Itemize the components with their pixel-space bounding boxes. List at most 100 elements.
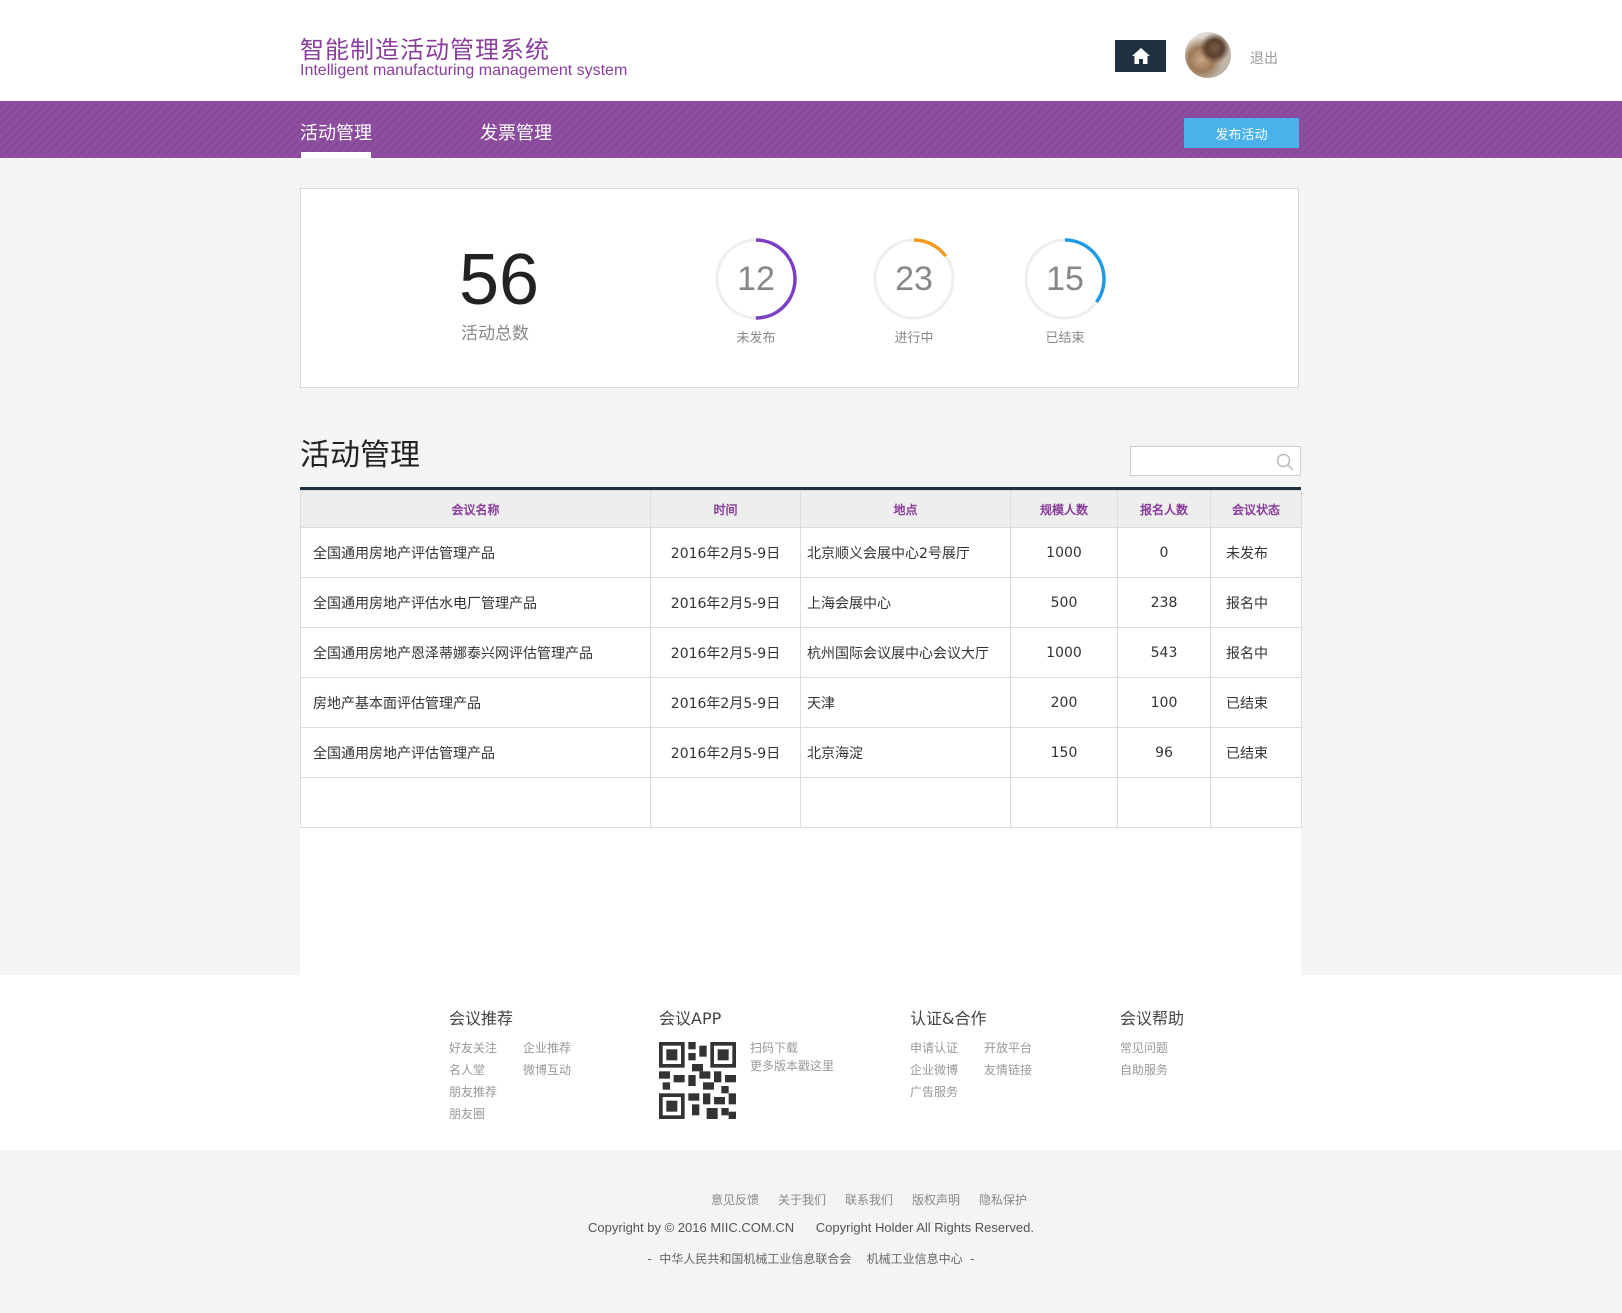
total-count: 56 bbox=[459, 240, 540, 320]
footer-link[interactable]: 扫码下载 bbox=[750, 1039, 798, 1056]
in-progress-ring: 23 bbox=[872, 237, 956, 321]
cell-capacity: 1000 bbox=[1010, 527, 1118, 578]
unpublished-ring: 12 bbox=[714, 237, 798, 321]
app-title: 智能制造活动管理系统 bbox=[300, 36, 550, 64]
section-title: 活动管理 bbox=[300, 438, 420, 473]
home-button[interactable] bbox=[1115, 40, 1166, 72]
cell-registered: 96 bbox=[1117, 727, 1211, 778]
footer-link[interactable]: 友情链接 bbox=[984, 1061, 1032, 1078]
cell-registered: 0 bbox=[1117, 527, 1211, 578]
search-icon[interactable] bbox=[1276, 453, 1294, 471]
search-input[interactable] bbox=[1131, 447, 1271, 475]
footer-link[interactable]: 更多版本戳这里 bbox=[750, 1057, 834, 1074]
in-progress-count: 23 bbox=[895, 259, 933, 298]
tab-activity-management[interactable]: 活动管理 bbox=[300, 119, 372, 145]
footer-link[interactable]: 企业微博 bbox=[910, 1061, 958, 1078]
cell-time: 2016年2月5-9日 bbox=[650, 527, 801, 578]
footer-bottom-link[interactable]: 版权声明 bbox=[912, 1191, 960, 1208]
col-header-status[interactable]: 会议状态 bbox=[1210, 490, 1302, 528]
app-subtitle: Intelligent manufacturing management sys… bbox=[300, 62, 628, 79]
col-header-registered[interactable]: 报名人数 bbox=[1117, 490, 1211, 528]
tab-invoice-management[interactable]: 发票管理 bbox=[480, 119, 552, 145]
col-header-name[interactable]: 会议名称 bbox=[300, 490, 651, 528]
cell-time: 2016年2月5-9日 bbox=[650, 727, 801, 778]
ended-count: 15 bbox=[1046, 259, 1084, 298]
footer-bottom-link[interactable]: 意见反馈 bbox=[711, 1191, 759, 1208]
cell-time: 2016年2月5-9日 bbox=[650, 577, 801, 628]
col-header-location[interactable]: 地点 bbox=[800, 490, 1011, 528]
cell-name: 全国通用房地产恩泽蒂娜泰兴网评估管理产品 bbox=[300, 627, 651, 678]
table-row[interactable]: 房地产基本面评估管理产品 2016年2月5-9日 天津 200 100 已结束 bbox=[300, 677, 1302, 728]
footer-link[interactable]: 自助服务 bbox=[1120, 1061, 1168, 1078]
ended-ring: 15 bbox=[1023, 237, 1107, 321]
total-count-label: 活动总数 bbox=[461, 324, 529, 344]
publish-activity-button[interactable]: 发布活动 bbox=[1184, 118, 1299, 148]
footer-link[interactable]: 常见问题 bbox=[1120, 1039, 1168, 1056]
cell-status: 报名中 bbox=[1210, 577, 1302, 628]
cell-location: 北京海淀 bbox=[800, 727, 1011, 778]
cell-registered: 238 bbox=[1117, 577, 1211, 628]
cell-name: 全国通用房地产评估管理产品 bbox=[300, 727, 651, 778]
ended-label: 已结束 bbox=[1045, 331, 1085, 346]
footer-link[interactable]: 申请认证 bbox=[910, 1039, 958, 1056]
copyright-text: Copyright by © 2016 MIIC.COM.CN Copyrigh… bbox=[588, 1220, 1034, 1235]
unpublished-label: 未发布 bbox=[736, 331, 776, 346]
footer-col-title: 认证&合作 bbox=[910, 1009, 987, 1028]
stats-panel: 56 活动总数 12 未发布 23 进行中 15 已结束 bbox=[300, 188, 1299, 388]
col-header-capacity[interactable]: 规模人数 bbox=[1010, 490, 1118, 528]
unpublished-count: 12 bbox=[737, 259, 775, 298]
cell-location: 天津 bbox=[800, 677, 1011, 728]
footer-link[interactable]: 开放平台 bbox=[984, 1039, 1032, 1056]
footer-col-title: 会议帮助 bbox=[1120, 1009, 1185, 1028]
table-header-row: 会议名称 时间 地点 规模人数 报名人数 会议状态 bbox=[300, 490, 1302, 528]
cell-time: 2016年2月5-9日 bbox=[650, 677, 801, 728]
activity-table: 会议名称 时间 地点 规模人数 报名人数 会议状态 全国通用房地产评估管理产品 … bbox=[300, 490, 1302, 828]
footer-link[interactable]: 朋友圈 bbox=[449, 1105, 485, 1122]
site-header: 智能制造活动管理系统 Intelligent manufacturing man… bbox=[0, 0, 1622, 101]
cell-name: 全国通用房地产评估水电厂管理产品 bbox=[300, 577, 651, 628]
cell-name: 房地产基本面评估管理产品 bbox=[300, 677, 651, 728]
active-tab-indicator bbox=[301, 152, 371, 158]
footer-bottom-link[interactable]: 隐私保护 bbox=[979, 1191, 1027, 1208]
home-icon bbox=[1131, 48, 1150, 64]
footer-bottom-link[interactable]: 关于我们 bbox=[778, 1191, 826, 1208]
footer-col-title: 会议APP bbox=[659, 1009, 722, 1028]
footer-link[interactable]: 好友关注 bbox=[449, 1039, 497, 1056]
qr-code-icon bbox=[659, 1042, 736, 1119]
activity-table-container: 会议名称 时间 地点 规模人数 报名人数 会议状态 全国通用房地产评估管理产品 … bbox=[300, 487, 1302, 975]
organization-line: - 中华人民共和国机械工业信息联合会 机械工业信息中心 - bbox=[647, 1252, 975, 1266]
cell-status: 已结束 bbox=[1210, 727, 1302, 778]
in-progress-label: 进行中 bbox=[894, 331, 934, 346]
cell-capacity: 200 bbox=[1010, 677, 1118, 728]
search-box[interactable] bbox=[1130, 446, 1301, 476]
cell-time: 2016年2月5-9日 bbox=[650, 627, 801, 678]
col-header-time[interactable]: 时间 bbox=[650, 490, 801, 528]
cell-status: 已结束 bbox=[1210, 677, 1302, 728]
footer-links-area: 会议推荐 好友关注 企业推荐 名人堂 微博互动 朋友推荐 朋友圈 会议APP 扫… bbox=[0, 975, 1622, 1150]
footer-link[interactable]: 微博互动 bbox=[523, 1061, 571, 1078]
cell-location: 上海会展中心 bbox=[800, 577, 1011, 628]
footer-link[interactable]: 名人堂 bbox=[449, 1061, 485, 1078]
user-avatar[interactable] bbox=[1185, 32, 1231, 78]
main-nav: 活动管理 发票管理 bbox=[0, 101, 1622, 158]
logout-link[interactable]: 退出 bbox=[1250, 48, 1278, 68]
footer-col-title: 会议推荐 bbox=[449, 1009, 514, 1028]
cell-capacity: 500 bbox=[1010, 577, 1118, 628]
footer-link[interactable]: 企业推荐 bbox=[523, 1039, 571, 1056]
cell-name: 全国通用房地产评估管理产品 bbox=[300, 527, 651, 578]
table-row[interactable]: 全国通用房地产评估管理产品 2016年2月5-9日 北京顺义会展中心2号展厅 1… bbox=[300, 527, 1302, 578]
cell-capacity: 1000 bbox=[1010, 627, 1118, 678]
footer-bottom-link[interactable]: 联系我们 bbox=[845, 1191, 893, 1208]
cell-registered: 100 bbox=[1117, 677, 1211, 728]
cell-location: 北京顺义会展中心2号展厅 bbox=[800, 527, 1011, 578]
cell-status: 报名中 bbox=[1210, 627, 1302, 678]
cell-registered: 543 bbox=[1117, 627, 1211, 678]
footer-link[interactable]: 广告服务 bbox=[910, 1083, 958, 1100]
cell-capacity: 150 bbox=[1010, 727, 1118, 778]
footer-link[interactable]: 朋友推荐 bbox=[449, 1083, 497, 1100]
cell-location: 杭州国际会议展中心会议大厅 bbox=[800, 627, 1011, 678]
table-row[interactable]: 全国通用房地产评估水电厂管理产品 2016年2月5-9日 上海会展中心 500 … bbox=[300, 577, 1302, 628]
table-row[interactable]: 全国通用房地产恩泽蒂娜泰兴网评估管理产品 2016年2月5-9日 杭州国际会议展… bbox=[300, 627, 1302, 678]
table-row-empty bbox=[300, 777, 1302, 828]
table-row[interactable]: 全国通用房地产评估管理产品 2016年2月5-9日 北京海淀 150 96 已结… bbox=[300, 727, 1302, 778]
